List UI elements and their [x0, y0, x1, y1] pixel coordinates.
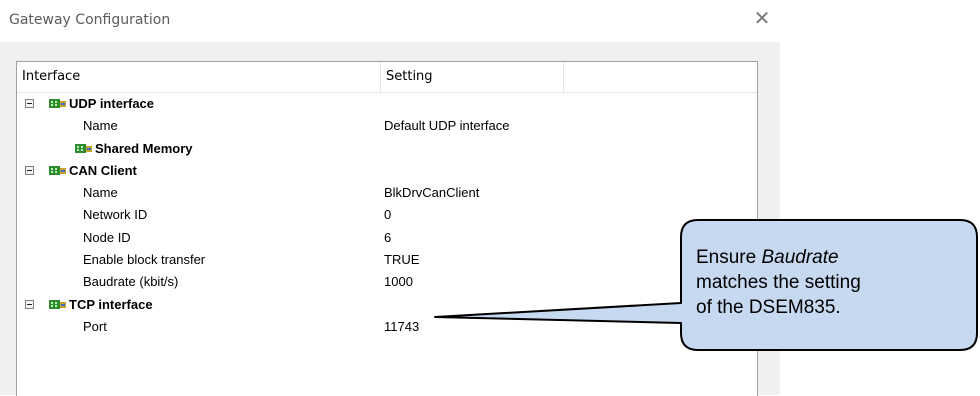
dialog-title: Gateway Configuration	[9, 12, 171, 28]
tree-row-name[interactable]: Name Default UDP interface	[17, 115, 757, 137]
tree-row-label: Network ID	[83, 207, 148, 223]
tree-row-label: CAN Client	[69, 162, 137, 178]
tree-row-baudrate[interactable]: Baudrate (kbit/s) 1000	[17, 271, 757, 293]
network-card-icon	[49, 165, 66, 175]
tree-row-name[interactable]: Name BlkDrvCanClient	[17, 182, 757, 204]
callout-line3: of the DSEM835.	[696, 297, 841, 318]
callout-line1-prefix: Ensure	[696, 247, 762, 268]
interface-tree[interactable]: Interface Setting UDP interface Name Def…	[16, 61, 758, 396]
tree-row-tcp-interface[interactable]: TCP interface	[17, 294, 757, 316]
tree-row-label: Shared Memory	[95, 140, 193, 156]
close-icon[interactable]: ✕	[752, 8, 772, 28]
tree-row-value: Default UDP interface	[384, 118, 510, 134]
gateway-configuration-dialog: Gateway Configuration ✕ Interface Settin…	[0, 0, 780, 396]
tree-row-value: TRUE	[384, 252, 420, 268]
tree-row-label: UDP interface	[69, 96, 155, 111]
tree-row-node-id[interactable]: Node ID 6	[17, 227, 757, 249]
tree-row-label: Port	[83, 318, 107, 334]
tree-row-label: Baudrate (kbit/s)	[83, 274, 179, 290]
tree-row-can-client[interactable]: CAN Client	[17, 160, 757, 182]
tree-row-label: Name	[83, 118, 118, 134]
callout-line1-emphasis: Baudrate	[761, 247, 839, 268]
callout-text: Ensure Baudrate matches the setting of t…	[696, 245, 966, 320]
tree-row-label: Node ID	[83, 229, 131, 245]
column-header-interface[interactable]: Interface	[17, 62, 381, 92]
collapse-icon[interactable]	[25, 299, 34, 309]
tree-row-shared-memory[interactable]: Shared Memory	[17, 138, 757, 160]
tree-row-network-id[interactable]: Network ID 0	[17, 204, 757, 226]
network-card-icon	[49, 299, 66, 309]
tree-row-label: Enable block transfer	[83, 252, 206, 268]
collapse-icon[interactable]	[25, 165, 34, 175]
tree-header: Interface Setting	[17, 62, 757, 93]
tree-row-value: 6	[384, 229, 392, 245]
tree-row-enable-block-transfer[interactable]: Enable block transfer TRUE	[17, 249, 757, 271]
tree-row-value: 11743	[384, 318, 420, 334]
network-card-icon	[75, 143, 92, 153]
tree-row-value: BlkDrvCanClient	[384, 185, 480, 201]
tree-row-port[interactable]: Port 11743	[17, 316, 757, 338]
tree-row-udp-interface[interactable]: UDP interface	[17, 93, 757, 115]
collapse-icon[interactable]	[25, 99, 34, 108]
tree-row-value: 1000	[384, 274, 413, 290]
tree-row-label: Name	[83, 185, 118, 201]
tree-row-label: TCP interface	[69, 296, 153, 312]
column-header-setting[interactable]: Setting	[381, 62, 564, 92]
callout-line2: matches the setting	[696, 272, 861, 293]
tree-row-value: 0	[384, 207, 392, 223]
network-card-icon	[49, 99, 66, 108]
